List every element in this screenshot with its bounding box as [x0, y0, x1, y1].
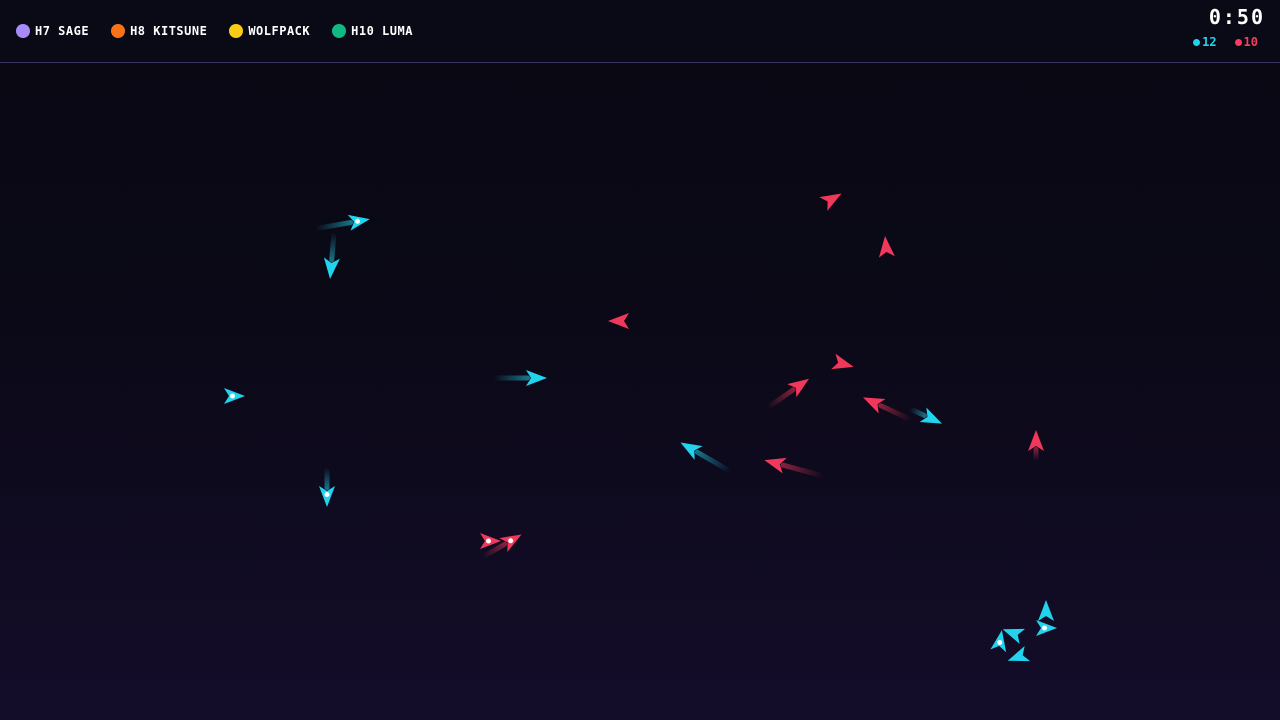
- match-timer: 0:50: [1208, 5, 1265, 29]
- arrow-ship-icon: [1038, 600, 1054, 621]
- cyan-ship-trail: [315, 219, 354, 231]
- cyan-ship-trail: [329, 232, 337, 263]
- arrow-ship-icon: [831, 353, 854, 370]
- cyan-ship-trail: [910, 407, 927, 418]
- team-scores: 12 10: [1175, 35, 1258, 49]
- player-name: H7 SAGE: [35, 24, 90, 38]
- red-ship-trail: [780, 462, 824, 478]
- cyan-ship-trail: [494, 375, 530, 381]
- arrow-ship-icon: [608, 313, 629, 329]
- arrow-ship-icon: [878, 236, 895, 258]
- ship-core-light: [324, 492, 330, 497]
- red-team-dot: [1234, 38, 1242, 46]
- player-color-dot: [229, 24, 244, 38]
- arrow-ship-icon: [680, 442, 703, 460]
- red-ship: [863, 397, 912, 422]
- cyan-ship-trail: [694, 449, 731, 473]
- cyan-ship: [680, 442, 731, 473]
- player-color-dot: [111, 24, 126, 38]
- ship-core-light: [486, 538, 491, 544]
- hud-bar: H7 SAGE H8 KITSUNE WOLFPACK H10 LUMA 0:5…: [0, 0, 1280, 63]
- red-ship: [819, 193, 842, 211]
- cyan-ship: [494, 370, 547, 386]
- red-ship-trail: [1033, 447, 1039, 461]
- red-ship: [764, 457, 824, 478]
- arrow-ship-icon: [919, 407, 942, 424]
- cyan-ship: [910, 407, 942, 424]
- cyan-team-score: 12: [1193, 35, 1217, 49]
- cyan-ship: [224, 388, 245, 404]
- red-ship: [878, 236, 895, 258]
- cyan-ship: [315, 214, 370, 231]
- cyan-team-dot: [1193, 38, 1201, 46]
- red-ship: [831, 353, 854, 370]
- ship-core-light: [230, 393, 235, 399]
- red-score-value: 10: [1243, 35, 1258, 49]
- player-color-dot: [16, 24, 30, 38]
- player-entry-kitsune: H8 KITSUNE: [111, 24, 207, 38]
- player-name: H10 LUMA: [351, 24, 413, 38]
- player-list: H7 SAGE H8 KITSUNE WOLFPACK H10 LUMA: [16, 24, 435, 38]
- game-stage: H7 SAGE H8 KITSUNE WOLFPACK H10 LUMA 0:5…: [0, 0, 1280, 720]
- arrow-ship-icon: [1007, 646, 1031, 662]
- red-ship: [766, 378, 810, 410]
- cyan-ship-trail: [324, 468, 330, 490]
- ship-core-light: [1042, 625, 1047, 631]
- cyan-ship: [319, 468, 335, 507]
- player-name: WOLFPACK: [248, 24, 311, 38]
- cyan-score-value: 12: [1202, 35, 1217, 49]
- player-entry-wolfpack: WOLFPACK: [229, 24, 310, 38]
- cyan-ship: [1038, 600, 1054, 621]
- player-name: H8 KITSUNE: [130, 24, 208, 38]
- red-ship-trail: [766, 387, 796, 410]
- arrow-ship-icon: [819, 193, 842, 211]
- red-team-score: 10: [1234, 35, 1258, 49]
- arrow-ship-icon: [863, 397, 886, 414]
- cyan-ship: [1007, 646, 1031, 662]
- red-ship: [608, 313, 629, 329]
- red-ship-trail: [878, 403, 912, 422]
- player-entry-luma: H10 LUMA: [332, 24, 413, 38]
- red-ship: [1028, 430, 1044, 461]
- cyan-ship: [1036, 620, 1057, 636]
- arena: [224, 193, 1057, 662]
- player-color-dot: [332, 24, 347, 38]
- cyan-ship: [323, 232, 340, 279]
- player-entry-sage: H7 SAGE: [16, 24, 89, 38]
